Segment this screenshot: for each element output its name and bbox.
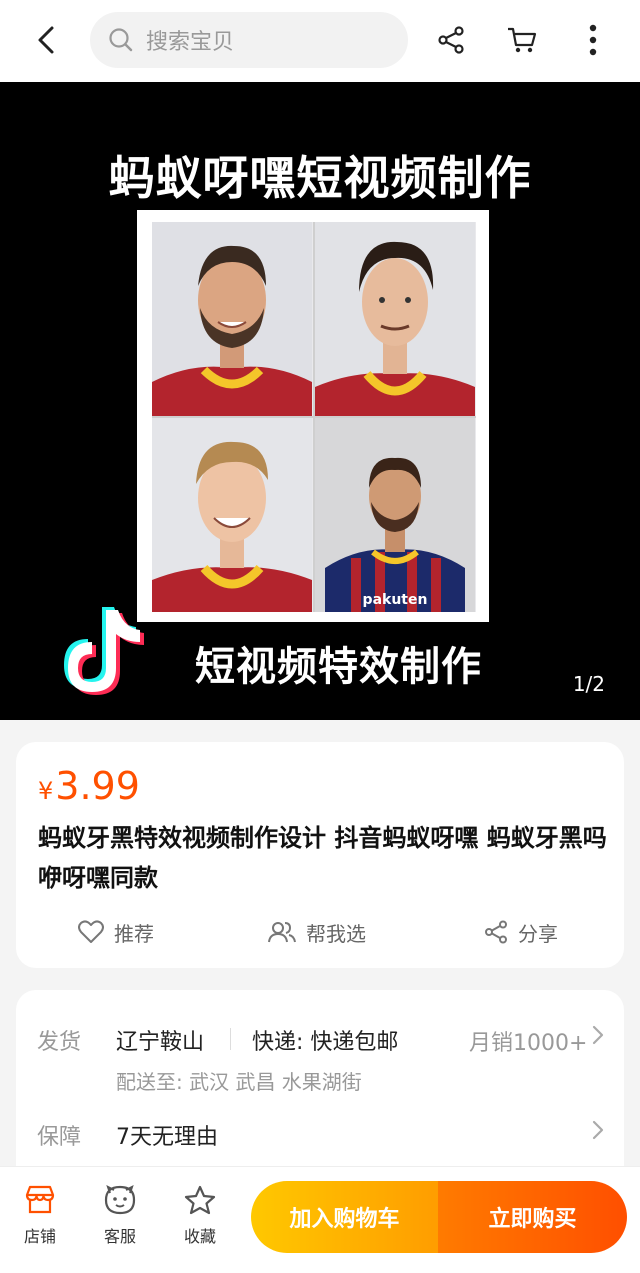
photo-grid: pakuten (152, 222, 476, 612)
store-button[interactable]: 店铺 (5, 1185, 75, 1247)
price: ¥ 3.99 (38, 764, 140, 808)
customer-service-button[interactable]: 客服 (85, 1185, 155, 1247)
more-vertical-icon (589, 24, 597, 56)
express-info: 快递: 快递包邮 (252, 1030, 399, 1055)
portrait-photo-1 (152, 222, 313, 416)
guarantee-label: 保障 (37, 1125, 82, 1150)
share-button[interactable] (431, 20, 471, 60)
search-icon (108, 27, 134, 53)
shipping-card: 发货 辽宁鞍山 快递: 快递包邮 月销1000+ 配送至: 武汉 武昌 水果湖街… (16, 990, 624, 1190)
product-title: 蚂蚁牙黑特效视频制作设计 抖音蚂蚁呀嘿 蚂蚁牙黑吗咿呀嘿同款 (38, 824, 607, 892)
buy-now-button[interactable]: 立即购买 (438, 1181, 627, 1253)
hero-title: 蚂蚁呀嘿短视频制作 (108, 151, 532, 205)
divider (230, 1028, 231, 1050)
photo-frame: pakuten (137, 210, 489, 622)
back-button[interactable] (26, 20, 66, 60)
deliver-to: 配送至: 武汉 武昌 水果湖街 (116, 1070, 362, 1094)
purchase-buttons: 加入购物车 立即购买 (251, 1181, 627, 1253)
product-actions: 推荐 帮我选 分享 (16, 912, 624, 952)
recommend-button[interactable]: 推荐 (78, 912, 154, 952)
shipping-label: 发货 (37, 1030, 82, 1055)
store-label: 店铺 (23, 1227, 56, 1246)
chevron-left-icon (38, 26, 54, 54)
help-choose-button[interactable]: 帮我选 (268, 912, 366, 952)
share-action-button[interactable]: 分享 (484, 912, 558, 952)
portrait-photo-4: pakuten (315, 418, 476, 612)
favorite-button[interactable]: 收藏 (165, 1185, 235, 1247)
share-icon (438, 26, 464, 54)
product-page: 搜索宝贝 蚂蚁呀嘿短视频制作 pakuten 短视频特效制作 1/2 ¥ 3.9… (0, 0, 640, 1273)
star-icon (184, 1185, 216, 1215)
portrait-photo-2 (315, 222, 476, 416)
hero-subtitle: 短视频特效制作 (195, 644, 482, 690)
chevron-right-icon (592, 1025, 604, 1045)
monthly-sales: 月销1000+ (469, 1031, 588, 1056)
share-icon (485, 920, 507, 944)
add-to-cart-button[interactable]: 加入购物车 (251, 1181, 438, 1253)
bottom-action-bar: 店铺 客服 收藏 加入购物车 立即购买 (0, 1166, 640, 1273)
search-placeholder: 搜索宝贝 (146, 30, 235, 55)
guarantee-text: 7天无理由 (116, 1125, 218, 1150)
more-button[interactable] (573, 20, 613, 60)
tiktok-logo-icon (62, 602, 152, 702)
service-face-icon (104, 1185, 136, 1215)
cart-icon (508, 27, 537, 53)
top-bar: 搜索宝贝 (0, 0, 640, 82)
price-value: 3.99 (55, 764, 140, 808)
cart-button[interactable] (502, 20, 542, 60)
currency-symbol: ¥ (38, 777, 54, 805)
product-image-carousel[interactable]: 蚂蚁呀嘿短视频制作 pakuten 短视频特效制作 1/2 (0, 82, 640, 720)
image-counter: 1/2 (572, 672, 605, 696)
shipping-origin: 辽宁鞍山 (116, 1030, 205, 1055)
share-label: 分享 (518, 921, 558, 946)
search-input[interactable]: 搜索宝贝 (90, 12, 408, 68)
jersey-sponsor-text: pakuten (363, 592, 428, 608)
help-choose-label: 帮我选 (306, 921, 366, 946)
favorite-label: 收藏 (183, 1227, 216, 1246)
portrait-photo-3 (152, 418, 313, 612)
product-info-card: ¥ 3.99 蚂蚁牙黑特效视频制作设计 抖音蚂蚁呀嘿 蚂蚁牙黑吗咿呀嘿同款 推荐… (16, 742, 624, 968)
chevron-right-icon (592, 1120, 604, 1140)
store-icon (25, 1185, 55, 1214)
service-label: 客服 (103, 1227, 136, 1246)
heart-icon (78, 920, 104, 943)
users-icon (268, 922, 296, 943)
recommend-label: 推荐 (114, 921, 154, 946)
